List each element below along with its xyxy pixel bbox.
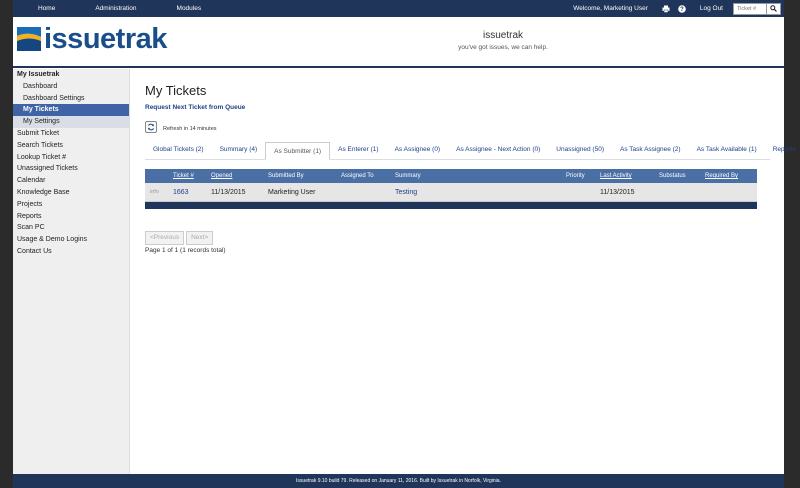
previous-page-button[interactable]: <Previous (145, 231, 185, 245)
tab-as-task-available[interactable]: As Task Available (1) (689, 141, 765, 159)
main-content: My Tickets Request Next Ticket from Queu… (145, 69, 795, 254)
page-title: My Tickets (145, 83, 207, 98)
column-header-submitted-by: Submitted By (268, 173, 304, 179)
column-header-last-activity[interactable]: Last Activity (600, 169, 632, 183)
issuetrak-logo[interactable]: issuetrak (17, 23, 167, 55)
column-header-substatus: Substatus (659, 173, 686, 179)
nav-administration-link[interactable]: Administration (95, 5, 136, 12)
column-header-ticket[interactable]: Ticket # (173, 169, 194, 183)
grid-header-row: Ticket # Opened Submitted By Assigned To… (145, 169, 757, 183)
svg-text:?: ? (680, 7, 684, 13)
nav-home-link[interactable]: Home (38, 5, 55, 12)
welcome-text: Welcome, Marketing User (573, 5, 648, 12)
next-page-button[interactable]: Next> (186, 231, 214, 245)
ticket-number-link[interactable]: 1663 (173, 183, 189, 201)
ticket-info-icon[interactable]: info (150, 183, 159, 201)
sidebar-item-submit-ticket[interactable]: Submit Ticket (13, 128, 129, 140)
help-icon[interactable]: ? (678, 4, 686, 13)
sidebar-item-my-settings[interactable]: My Settings (13, 116, 129, 128)
table-row[interactable]: info 1663 11/13/2015 Marketing User Test… (145, 183, 757, 202)
app-frame: Home Administration Modules Welcome, Mar… (13, 0, 795, 488)
ticket-opened-date: 11/13/2015 (211, 188, 246, 196)
column-header-assigned-to: Assigned To (341, 173, 374, 179)
ticket-search-button[interactable] (767, 2, 781, 15)
sidebar: My Issuetrak Dashboard Dashboard Setting… (13, 69, 130, 474)
sidebar-item-knowledge-base[interactable]: Knowledge Base (13, 187, 129, 199)
tab-reports[interactable]: Reports (765, 141, 800, 159)
column-header-opened[interactable]: Opened (211, 169, 232, 183)
tab-as-assignee[interactable]: As Assignee (0) (387, 141, 449, 159)
sidebar-item-my-tickets[interactable]: My Tickets (13, 104, 129, 117)
sidebar-item-calendar[interactable]: Calendar (13, 175, 129, 187)
sidebar-item-scan-pc[interactable]: Scan PC (13, 222, 129, 234)
sidebar-item-dashboard-settings[interactable]: Dashboard Settings (13, 93, 129, 105)
nav-modules-link[interactable]: Modules (177, 5, 202, 12)
sidebar-item-projects[interactable]: Projects (13, 199, 129, 211)
tab-as-task-assignee[interactable]: As Task Assignee (2) (612, 141, 689, 159)
top-nav-bar: Home Administration Modules Welcome, Mar… (13, 0, 784, 17)
tab-as-assignee-next-action[interactable]: As Assignee - Next Action (0) (448, 141, 548, 159)
column-header-priority: Priority (566, 173, 585, 179)
search-icon (770, 5, 777, 12)
ticket-last-activity: 11/13/2015 (600, 188, 635, 196)
header-branding: issuetrak you've got issues, we can help… (453, 30, 553, 51)
sidebar-heading-my-issuetrak[interactable]: My Issuetrak (13, 69, 129, 81)
tickets-grid: Ticket # Opened Submitted By Assigned To… (145, 169, 757, 209)
ticket-submitted-by: Marketing User (268, 188, 316, 196)
tab-as-enterer[interactable]: As Enterer (1) (330, 141, 386, 159)
sidebar-item-reports[interactable]: Reports (13, 211, 129, 223)
request-next-ticket-link[interactable]: Request Next Ticket from Queue (145, 104, 770, 111)
sidebar-item-search-tickets[interactable]: Search Tickets (13, 140, 129, 152)
sidebar-item-lookup-ticket[interactable]: Lookup Ticket # (13, 152, 129, 164)
grid-footer-bar (145, 202, 757, 209)
header-title: issuetrak (482, 30, 523, 41)
logo-mark-icon (17, 27, 41, 51)
refresh-icon (148, 123, 154, 131)
refresh-countdown-text: Refresh in 14 minutes (163, 126, 217, 132)
refresh-row: Refresh in 14 minutes (145, 121, 770, 133)
tab-as-submitter[interactable]: As Submitter (1) (265, 142, 331, 160)
ticket-number-input[interactable] (733, 2, 767, 15)
ticket-tabs: Global Tickets (2) Summary (4) As Submit… (145, 141, 795, 160)
top-nav: Home Administration Modules (13, 0, 201, 17)
sidebar-item-contact-us[interactable]: Contact Us (13, 246, 129, 258)
print-icon[interactable] (662, 5, 670, 13)
ticket-summary-link[interactable]: Testing (395, 183, 417, 201)
header-tagline: you've got issues, we can help. (458, 44, 548, 51)
refresh-button[interactable] (145, 121, 157, 133)
pager-info: Page 1 of 1 (1 records total) (145, 247, 226, 254)
sidebar-item-usage-demo-logins[interactable]: Usage & Demo Logins (13, 234, 129, 246)
pager: <Previous Next> (145, 231, 770, 245)
page-header: issuetrak issuetrak you've got issues, w… (13, 17, 784, 68)
tab-summary[interactable]: Summary (4) (212, 141, 266, 159)
logo-wordmark: issuetrak (44, 23, 167, 55)
column-header-summary: Summary (395, 173, 421, 179)
sidebar-item-dashboard[interactable]: Dashboard (13, 81, 129, 93)
sidebar-item-unassigned-tickets[interactable]: Unassigned Tickets (13, 163, 129, 175)
logout-link[interactable]: Log Out (700, 5, 723, 12)
tab-global-tickets[interactable]: Global Tickets (2) (145, 141, 212, 159)
column-header-required-by[interactable]: Required By (705, 169, 738, 183)
page-footer: Issuetrak 9.10 build 79. Released on Jan… (13, 474, 784, 488)
tab-unassigned[interactable]: Unassigned (50) (548, 141, 612, 159)
top-right-controls: Welcome, Marketing User ? Log Out (573, 0, 781, 17)
